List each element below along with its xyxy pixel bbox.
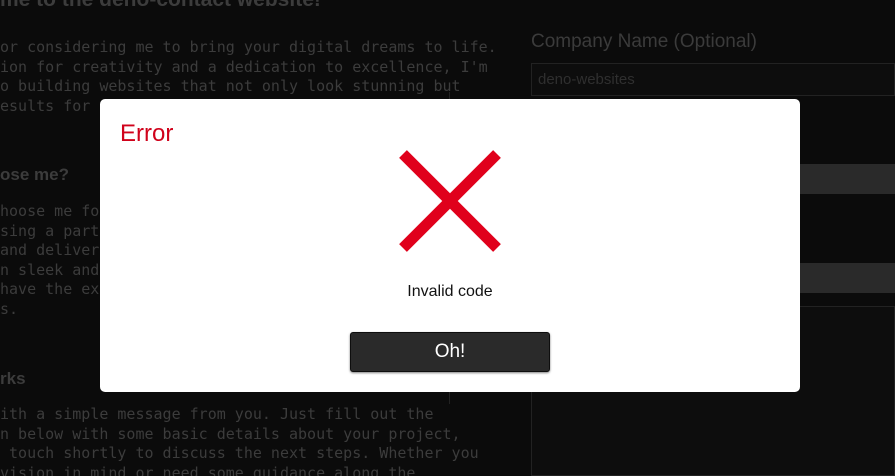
how-it-works-heading: rks (0, 369, 26, 388)
dialog-title: Error (120, 120, 174, 147)
dialog-message: Invalid code (407, 283, 493, 300)
company-name-label: Company Name (Optional) (531, 31, 757, 52)
error-x-icon (399, 150, 501, 252)
confirm-button[interactable]: Oh! (350, 332, 550, 372)
how-it-works-paragraph: ith a simple message from you. Just fill… (0, 405, 479, 476)
company-name-input[interactable]: deno-websites (531, 63, 895, 96)
welcome-heading: me to the deno-contact website! (0, 0, 321, 12)
error-dialog: Error Invalid code Oh! (100, 99, 800, 392)
page: me to the deno-contact website! or consi… (0, 0, 895, 476)
why-choose-heading: ose me? (0, 165, 69, 184)
